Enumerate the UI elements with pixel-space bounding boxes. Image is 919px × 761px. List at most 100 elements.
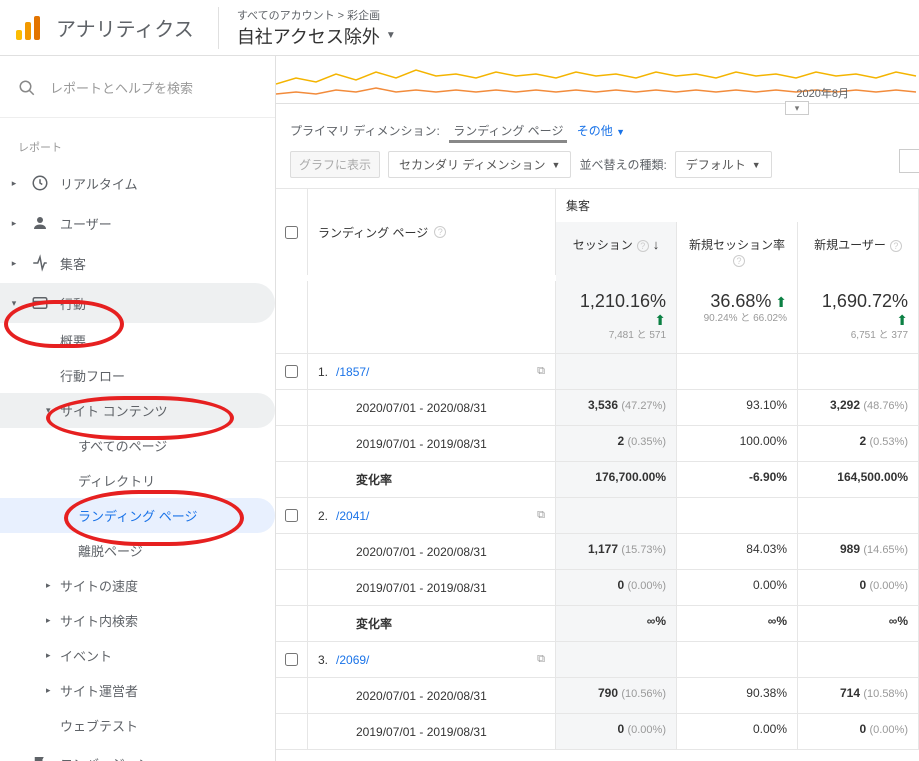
landing-page-cell: 1./1857/⧉ [308, 354, 556, 389]
new-rate-cell: ∞% [677, 606, 798, 641]
view-name: 自社アクセス除外 [237, 23, 380, 49]
chart-strip: 2020年8月 ▾ [276, 56, 919, 104]
sessions-cell: 0 (0.00%) [556, 714, 677, 749]
row-checkbox[interactable] [285, 509, 298, 522]
landing-page-link[interactable]: /2041/ [336, 509, 369, 523]
help-icon[interactable]: ? [890, 240, 902, 252]
sessions-cell: 1,177 (15.73%) [556, 534, 677, 569]
primary-dimension-row: プライマリ ディメンション: ランディング ページ その他 ▼ [276, 104, 919, 145]
new-users-cell: 3,292 (48.76%) [798, 390, 919, 425]
nav-realtime[interactable]: ▸ リアルタイム [0, 163, 275, 203]
nav-label: ユーザー [60, 214, 112, 233]
new-users-cell: ∞% [798, 606, 919, 641]
summary-sessions: 1,210.16% ⬆ 7,481 と 571 [556, 281, 677, 353]
nav-label: コンバージョン [60, 754, 151, 761]
chart-pager[interactable]: ▾ [785, 101, 809, 115]
sidebar: レポートとヘルプを検索 レポート ▸ リアルタイム ▸ ユーザー ▸ 集客 ▾ … [0, 56, 276, 761]
checkbox-header-col [276, 189, 308, 275]
flag-icon [30, 753, 50, 761]
sub-site-search[interactable]: ▸サイト内検索 [0, 603, 275, 638]
chart-month-label: 2020年8月 [796, 85, 849, 101]
new-rate-cell: 93.10% [677, 390, 798, 425]
sessions-cell: ∞% [556, 606, 677, 641]
subsub-all-pages[interactable]: すべてのページ [0, 428, 275, 463]
subsub-landing-pages[interactable]: ランディング ページ [0, 498, 275, 533]
search-placeholder: レポートとヘルプを検索 [50, 78, 193, 97]
summary-new-users: 1,690.72% ⬆ 6,751 と 377 [798, 281, 919, 353]
search-input[interactable]: レポートとヘルプを検索 [0, 66, 275, 117]
sort-arrow-icon: ↓ [653, 237, 660, 252]
sub-behavior-flow[interactable]: 行動フロー [0, 358, 275, 393]
view-selector[interactable]: 自社アクセス除外 ▼ [237, 23, 396, 49]
sub-site-speed[interactable]: ▸サイトの速度 [0, 568, 275, 603]
caret-down-icon: ▼ [386, 30, 396, 41]
help-icon[interactable]: ? [637, 240, 649, 252]
col-header-new-users[interactable]: 新規ユーザー? [798, 222, 919, 281]
table-subrow: 2019/07/01 - 2019/08/31 0 (0.00%) 0.00% … [276, 714, 919, 750]
secondary-dimension-button[interactable]: セカンダリ ディメンション▼ [388, 151, 571, 178]
select-all-checkbox[interactable] [285, 226, 298, 239]
new-rate-cell: 0.00% [677, 714, 798, 749]
landing-page-link[interactable]: /2069/ [336, 653, 369, 667]
up-arrow-icon: ⬆ [654, 312, 666, 328]
open-link-icon[interactable]: ⧉ [537, 365, 545, 378]
sort-type-select[interactable]: デフォルト▼ [675, 151, 772, 178]
new-users-cell: 714 (10.58%) [798, 678, 919, 713]
table-subrow: 2020/07/01 - 2020/08/31 1,177 (15.73%) 8… [276, 534, 919, 570]
sub-site-content[interactable]: ▾サイト コンテンツ [0, 393, 275, 428]
table-subrow: 2019/07/01 - 2019/08/31 0 (0.00%) 0.00% … [276, 570, 919, 606]
table-subrow: 2020/07/01 - 2020/08/31 3,536 (47.27%) 9… [276, 390, 919, 426]
summary-new-rate: 36.68% ⬆ 90.24% と 66.02% [677, 281, 798, 353]
landing-page-cell: 2./2041/⧉ [308, 498, 556, 533]
caret-right-icon: ▸ [46, 580, 58, 591]
sessions-cell: 3,536 (47.27%) [556, 390, 677, 425]
sub-experiments[interactable]: ウェブテスト [0, 708, 275, 743]
row-checkbox[interactable] [285, 653, 298, 666]
caret-right-icon: ▸ [8, 258, 20, 269]
landing-page-cell: 3./2069/⧉ [308, 642, 556, 677]
caret-right-icon: ▸ [8, 218, 20, 229]
open-link-icon[interactable]: ⧉ [537, 653, 545, 666]
table-subrow: 変化率 176,700.00% -6.90% 164,500.00% [276, 462, 919, 498]
nav-cutoff [0, 117, 275, 131]
table-subrow: 2020/07/01 - 2020/08/31 790 (10.56%) 90.… [276, 678, 919, 714]
primary-dimension[interactable]: ランディング ページ [449, 122, 567, 143]
caret-right-icon: ▸ [8, 178, 20, 189]
col-header-new-session-rate[interactable]: 新規セッション率? [677, 222, 798, 281]
sub-overview[interactable]: 概要 [0, 323, 275, 358]
new-users-cell: 0 (0.00%) [798, 714, 919, 749]
date-range-cell: 2020/07/01 - 2020/08/31 [308, 534, 556, 569]
content-area: 2020年8月 ▾ プライマリ ディメンション: ランディング ページ その他 … [276, 56, 919, 761]
table-subrow: 2019/07/01 - 2019/08/31 2 (0.35%) 100.00… [276, 426, 919, 462]
nav-conversions[interactable]: ▸ コンバージョン [0, 743, 275, 761]
date-range-cell: 2019/07/01 - 2019/08/31 [308, 714, 556, 749]
help-icon[interactable]: ? [733, 255, 745, 267]
col-header-sessions[interactable]: セッション?↓ [556, 222, 677, 281]
caret-right-icon: ▸ [46, 685, 58, 696]
nav-behavior[interactable]: ▾ 行動 [0, 283, 275, 323]
sub-publisher[interactable]: ▸サイト運営者 [0, 673, 275, 708]
date-range-cell: 2020/07/01 - 2020/08/31 [308, 678, 556, 713]
plot-rows-button[interactable]: グラフに表示 [290, 151, 380, 178]
landing-page-header[interactable]: ランディング ページ ? [308, 189, 556, 275]
subsub-directory[interactable]: ディレクトリ [0, 463, 275, 498]
row-checkbox[interactable] [285, 365, 298, 378]
help-icon[interactable]: ? [434, 226, 446, 238]
nav-acquisition[interactable]: ▸ 集客 [0, 243, 275, 283]
nav-audience[interactable]: ▸ ユーザー [0, 203, 275, 243]
open-link-icon[interactable]: ⧉ [537, 509, 545, 522]
table-row: 2./2041/⧉ [276, 498, 919, 534]
landing-page-link[interactable]: /1857/ [336, 365, 369, 379]
behavior-icon [30, 293, 50, 313]
caret-right-icon: ▸ [8, 758, 20, 761]
table-search-input[interactable] [899, 149, 919, 173]
sessions-cell: 176,700.00% [556, 462, 677, 497]
new-users-cell: 2 (0.53%) [798, 426, 919, 461]
subsub-exit-pages[interactable]: 離脱ページ [0, 533, 275, 568]
new-rate-cell: 0.00% [677, 570, 798, 605]
breadcrumb[interactable]: すべてのアカウント > 彩企画 [237, 7, 396, 23]
table-row: 1./1857/⧉ [276, 354, 919, 390]
sub-events[interactable]: ▸イベント [0, 638, 275, 673]
nav-label: 集客 [60, 254, 86, 273]
other-dimensions-link[interactable]: その他 ▼ [577, 124, 625, 138]
